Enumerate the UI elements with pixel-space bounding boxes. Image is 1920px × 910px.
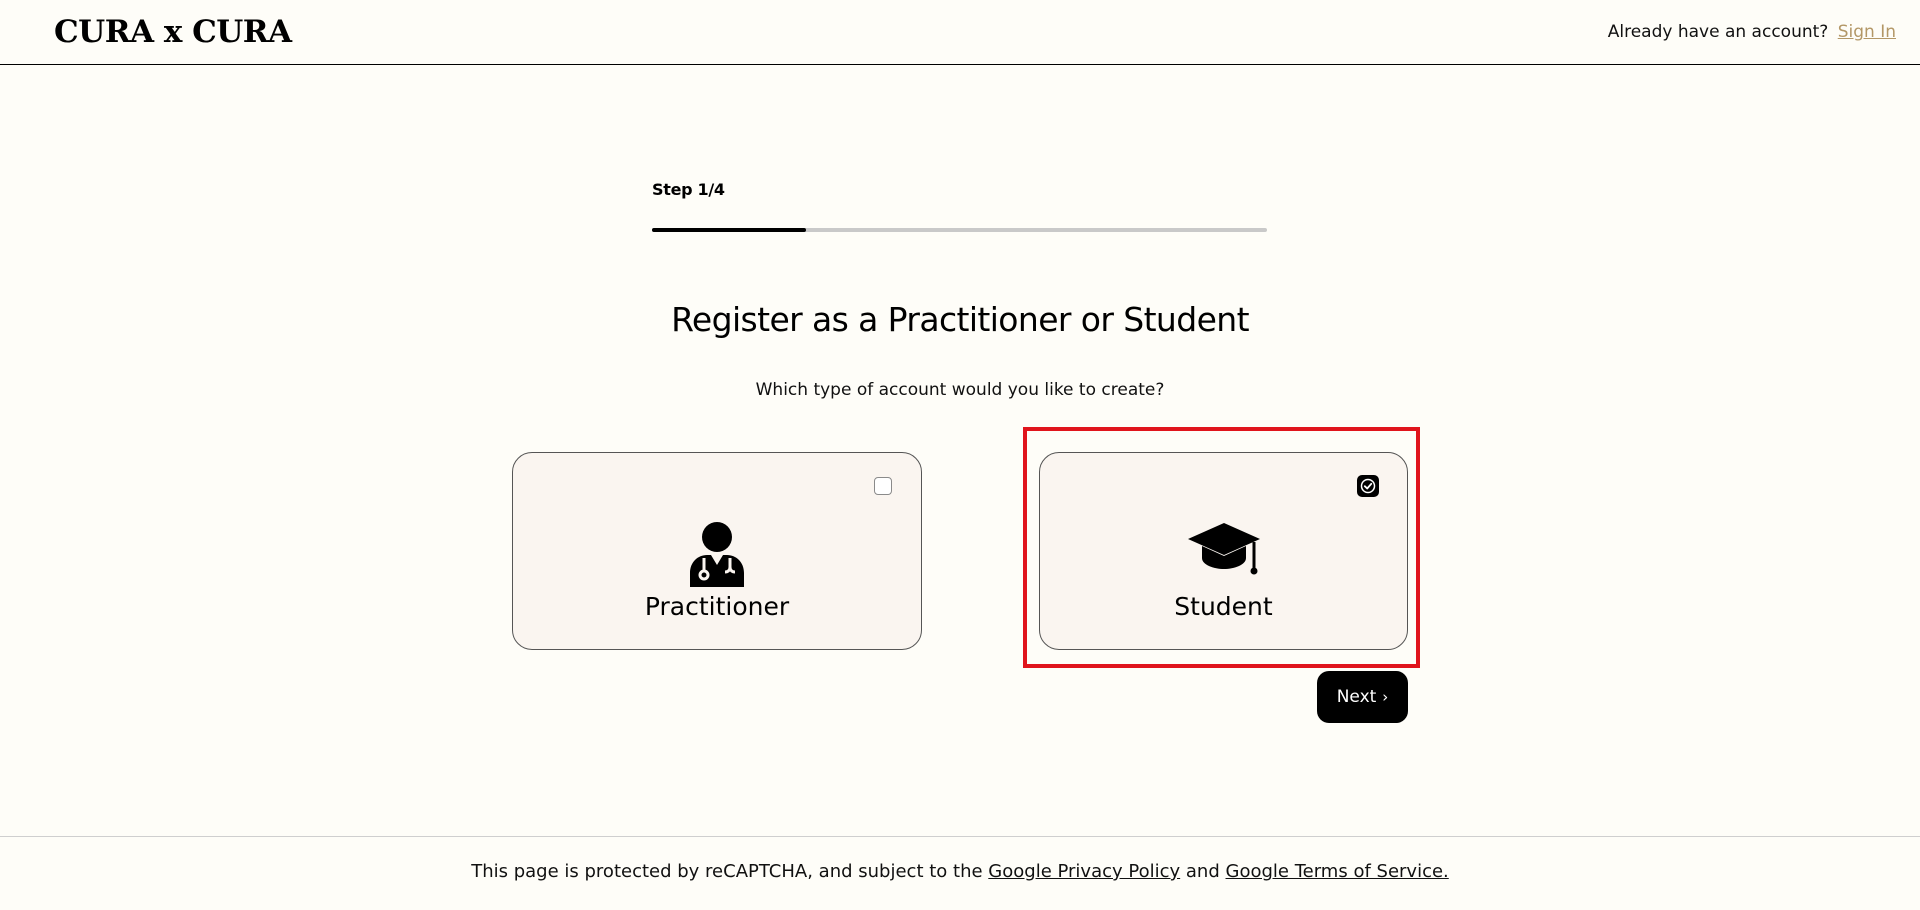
next-button-label: Next: [1336, 687, 1377, 707]
page-subtitle: Which type of account would you like to …: [755, 380, 1165, 400]
progress-bar-fill: [652, 228, 806, 232]
page-footer: This page is protected by reCAPTCHA, and…: [0, 836, 1920, 910]
practitioner-checkbox[interactable]: [874, 477, 892, 495]
student-checkbox[interactable]: [1357, 475, 1379, 497]
page-title: Register as a Practitioner or Student: [671, 300, 1249, 339]
recaptcha-notice: This page is protected by reCAPTCHA, and…: [0, 860, 1920, 884]
practitioner-label: Practitioner: [644, 592, 790, 621]
step-indicator: Step 1/4: [652, 180, 725, 199]
student-option-card[interactable]: Student: [1039, 452, 1408, 650]
sign-in-link[interactable]: Sign In: [1838, 22, 1896, 42]
chevron-right-icon: ›: [1382, 688, 1389, 706]
account-prompt-text: Already have an account?: [1607, 22, 1829, 42]
checkmark-icon: [1360, 478, 1376, 494]
recaptcha-text: This page is protected by reCAPTCHA, and…: [471, 861, 983, 882]
student-label: Student: [1174, 592, 1273, 621]
privacy-policy-link[interactable]: Google Privacy Policy: [988, 861, 1180, 882]
footer-conjunction: and: [1185, 861, 1220, 882]
next-button[interactable]: Next ›: [1317, 671, 1408, 723]
doctor-icon: [687, 521, 747, 591]
terms-of-service-link[interactable]: Google Terms of Service.: [1226, 861, 1449, 882]
logo[interactable]: CURA x CURA: [54, 12, 292, 52]
graduation-cap-icon: [1186, 521, 1262, 581]
practitioner-option-card[interactable]: Practitioner: [512, 452, 922, 650]
progress-bar: [652, 228, 1267, 232]
sign-in-prompt: Already have an account? Sign In: [1608, 21, 1896, 43]
site-header: CURA x CURA Already have an account? Sig…: [0, 0, 1920, 65]
